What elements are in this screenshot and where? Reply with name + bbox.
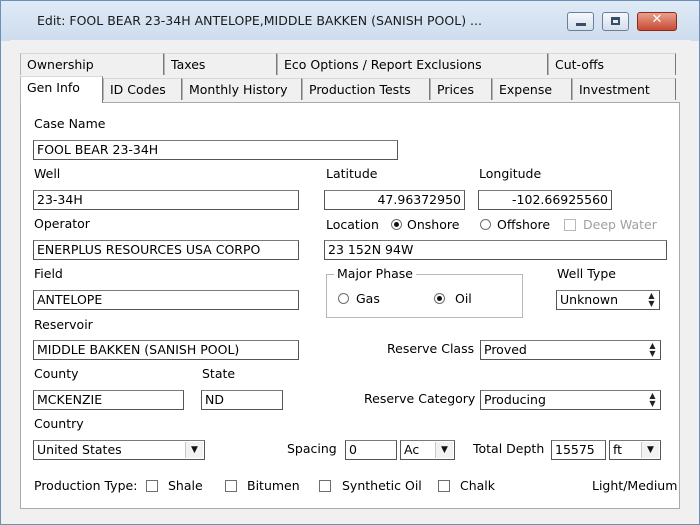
- reserve-category-spinner[interactable]: Producing ▲ ▼: [480, 390, 661, 410]
- well-type-label: Well Type: [557, 266, 616, 281]
- operator-input[interactable]: ENERPLUS RESOURCES USA CORPO: [33, 240, 299, 260]
- spin-arrows-icon[interactable]: ▲ ▼: [646, 342, 659, 358]
- tab-gen-info[interactable]: Gen Info: [20, 76, 103, 103]
- case-name-label: Case Name: [34, 116, 106, 131]
- total-depth-label: Total Depth: [473, 441, 545, 456]
- offshore-label: Offshore: [497, 217, 551, 232]
- location-label: Location: [326, 217, 379, 232]
- well-type-value: Unknown: [560, 292, 619, 307]
- light-medium-label: Light/Medium: [592, 478, 678, 493]
- reservoir-label: Reservoir: [34, 317, 93, 332]
- minimize-icon: [576, 23, 586, 26]
- synthetic-oil-checkbox[interactable]: [319, 480, 331, 492]
- reserve-class-spinner[interactable]: Proved ▲ ▼: [480, 340, 661, 360]
- county-input[interactable]: MCKENZIE: [33, 390, 184, 410]
- oil-label: Oil: [455, 291, 472, 306]
- reserve-category-value: Producing: [484, 392, 546, 407]
- spin-arrows-icon[interactable]: ▲ ▼: [645, 292, 658, 308]
- chalk-checkbox[interactable]: [438, 480, 450, 492]
- maximize-icon: [611, 17, 620, 25]
- minimize-button[interactable]: [567, 12, 594, 31]
- longitude-input[interactable]: -102.66925560: [478, 190, 612, 210]
- total-depth-unit-value: ft: [613, 442, 623, 457]
- gas-radio[interactable]: [338, 293, 349, 304]
- offshore-radio[interactable]: [480, 219, 491, 230]
- case-name-input[interactable]: FOOL BEAR 23-34H: [33, 140, 398, 160]
- tab-expense[interactable]: Expense: [492, 78, 572, 100]
- deep-water-checkbox[interactable]: [564, 219, 576, 231]
- location-input[interactable]: 23 152N 94W: [324, 240, 667, 260]
- country-select[interactable]: United States ▼: [33, 440, 205, 460]
- longitude-label: Longitude: [479, 166, 542, 181]
- field-label: Field: [34, 266, 63, 281]
- bitumen-checkbox[interactable]: [225, 480, 237, 492]
- onshore-radio[interactable]: [391, 219, 402, 230]
- major-phase-label: Major Phase: [334, 266, 417, 281]
- maximize-button[interactable]: [602, 12, 629, 31]
- field-input[interactable]: ANTELOPE: [33, 290, 299, 310]
- state-label: State: [202, 366, 236, 381]
- total-depth-unit-select[interactable]: ft ▼: [609, 440, 661, 460]
- well-type-spinner[interactable]: Unknown ▲ ▼: [556, 290, 660, 310]
- chevron-down-icon[interactable]: ▼: [641, 442, 659, 458]
- spacing-input[interactable]: 0: [345, 440, 397, 460]
- spin-arrows-icon[interactable]: ▲ ▼: [646, 392, 659, 408]
- tab-eco-options[interactable]: Eco Options / Report Exclusions: [277, 53, 548, 75]
- oil-radio[interactable]: [434, 293, 445, 304]
- title-bar[interactable]: Edit: FOOL BEAR 23-34H ANTELOPE,MIDDLE B…: [1, 1, 699, 41]
- reservoir-input[interactable]: MIDDLE BAKKEN (SANISH POOL): [33, 340, 299, 360]
- tab-prices[interactable]: Prices: [430, 78, 492, 100]
- tab-investment[interactable]: Investment: [572, 78, 676, 100]
- deep-water-label: Deep Water: [583, 217, 657, 232]
- spacing-unit-value: Ac: [404, 442, 420, 457]
- gas-label: Gas: [356, 291, 380, 306]
- country-value: United States: [37, 442, 122, 457]
- shale-checkbox[interactable]: [146, 480, 158, 492]
- bitumen-label: Bitumen: [247, 478, 300, 493]
- county-label: County: [34, 366, 79, 381]
- chevron-down-icon[interactable]: ▼: [185, 442, 203, 458]
- window-title: Edit: FOOL BEAR 23-34H ANTELOPE,MIDDLE B…: [37, 13, 482, 28]
- latitude-input[interactable]: 47.96372950: [324, 190, 465, 210]
- edit-window: Edit: FOOL BEAR 23-34H ANTELOPE,MIDDLE B…: [0, 0, 700, 525]
- tab-monthly-history[interactable]: Monthly History: [182, 78, 302, 100]
- state-input[interactable]: ND: [201, 390, 283, 410]
- onshore-label: Onshore: [407, 217, 460, 232]
- well-input[interactable]: 23-34H: [33, 190, 299, 210]
- shale-label: Shale: [168, 478, 203, 493]
- tab-taxes[interactable]: Taxes: [164, 53, 277, 75]
- production-type-label: Production Type:: [34, 478, 138, 493]
- chalk-label: Chalk: [460, 478, 496, 493]
- close-button[interactable]: ✕: [637, 12, 677, 31]
- spacing-unit-select[interactable]: Ac ▼: [400, 440, 455, 460]
- tab-cut-offs[interactable]: Cut-offs: [548, 53, 676, 75]
- reserve-class-label: Reserve Class: [387, 341, 475, 356]
- reserve-class-value: Proved: [484, 342, 527, 357]
- spacing-label: Spacing: [287, 441, 337, 456]
- well-label: Well: [34, 166, 61, 181]
- total-depth-input[interactable]: 15575: [551, 440, 606, 460]
- tab-id-codes[interactable]: ID Codes: [103, 78, 182, 100]
- synthetic-oil-label: Synthetic Oil: [342, 478, 422, 493]
- tab-production-tests[interactable]: Production Tests: [302, 78, 430, 100]
- reserve-category-label: Reserve Category: [364, 391, 476, 406]
- tab-ownership[interactable]: Ownership: [20, 53, 164, 75]
- chevron-down-icon[interactable]: ▼: [435, 442, 453, 458]
- latitude-label: Latitude: [326, 166, 378, 181]
- operator-label: Operator: [34, 216, 90, 231]
- country-label: Country: [34, 416, 84, 431]
- close-icon: ✕: [651, 12, 663, 27]
